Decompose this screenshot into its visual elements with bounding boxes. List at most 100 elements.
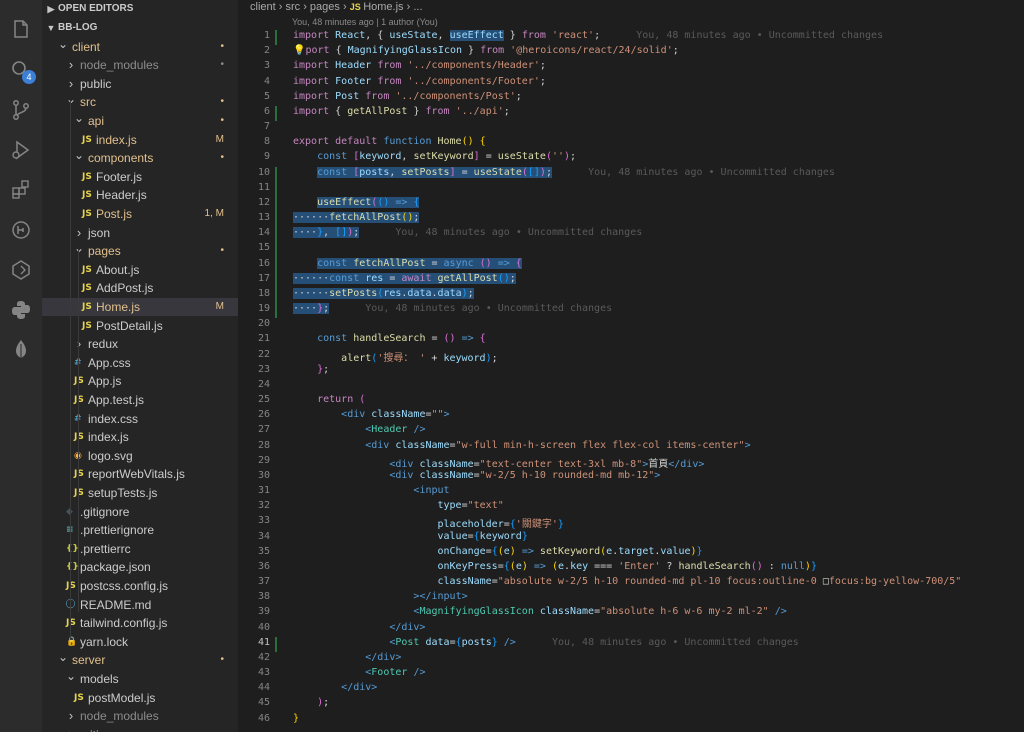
file-item[interactable]: ⓘREADME.md (42, 596, 238, 615)
code-line[interactable]: onKeyPress={(e) => (e.key === 'Enter' ? … (293, 561, 817, 572)
file-item[interactable]: ◆.gitignore (42, 726, 238, 732)
file-item[interactable]: #App.css (42, 354, 238, 373)
folder-item[interactable]: ⌄ client • (42, 38, 238, 57)
git-status-mark: • (220, 40, 224, 52)
file-item[interactable]: JSApp.test.js (42, 391, 238, 410)
breadcrumb-item[interactable]: ... (413, 1, 422, 13)
code-line[interactable]: ); (293, 697, 329, 708)
file-item[interactable]: JS Header.js (42, 186, 238, 205)
mongodb-icon[interactable] (9, 338, 33, 362)
folder-item[interactable]: › node_modules • (42, 56, 238, 75)
folder-item[interactable]: › node_modules (42, 707, 238, 726)
code-line[interactable]: ······fetchAllPost(); (293, 212, 420, 224)
breadcrumb-item[interactable]: pages (310, 1, 340, 13)
code-line[interactable]: import Footer from '../components/Footer… (293, 76, 546, 87)
file-item[interactable]: JS Post.js 1, M (42, 205, 238, 224)
code-line[interactable]: <Header /> (293, 424, 425, 435)
code-line[interactable]: <Footer /> (293, 667, 425, 678)
code-line[interactable]: ······setPosts(res.data.data); (293, 287, 474, 299)
code-line[interactable]: onChange={(e) => setKeyword(e.target.val… (293, 546, 703, 557)
chevron-right-icon: ▶ (47, 4, 55, 14)
code-line[interactable]: ······const res = await getAllPost(); (293, 272, 516, 284)
code-line[interactable]: </div> (293, 682, 377, 693)
file-item[interactable]: JStailwind.config.js (42, 614, 238, 633)
folder-item[interactable]: › public (42, 75, 238, 94)
code-editor[interactable]: client › src › pages › JS Home.js › ... … (238, 0, 1024, 732)
code-line[interactable]: placeholder={'關鍵字'} (293, 515, 564, 530)
code-line[interactable]: <div className="w-2/5 h-10 rounded-md mb… (293, 470, 660, 481)
code-line[interactable]: </div> (293, 622, 425, 633)
code-line[interactable]: <MagnifyingGlassIcon className="absolute… (293, 606, 786, 617)
folder-item[interactable]: ⌄ server • (42, 651, 238, 670)
folder-item[interactable]: › json (42, 224, 238, 243)
folder-item[interactable]: ⌄ api • (42, 112, 238, 131)
file-item[interactable]: ◉logo.svg (42, 447, 238, 466)
file-item[interactable]: JS index.js M (42, 131, 238, 150)
code-line[interactable]: import React, { useState, useEffect } fr… (293, 30, 883, 41)
open-editors-header[interactable]: ▶ OPEN EDITORS (42, 0, 238, 18)
file-item[interactable]: ◆.gitignore (42, 503, 238, 522)
file-item[interactable]: JS PostDetail.js (42, 317, 238, 336)
code-line[interactable]: ····}; You, 48 minutes ago • Uncommitted… (293, 303, 612, 315)
code-line[interactable]: alert('搜尋： ' + keyword); (293, 349, 497, 364)
codelens-blame[interactable]: You, 48 minutes ago | 1 author (You) (292, 17, 438, 27)
folder-item[interactable]: ⌄ models (42, 670, 238, 689)
code-line[interactable]: }; (293, 364, 329, 375)
file-item[interactable]: {} package.json (42, 558, 238, 577)
code-line[interactable]: className="absolute w-2/5 h-10 rounded-m… (293, 576, 962, 587)
run-debug-icon[interactable] (9, 138, 33, 162)
git-graph-icon[interactable] (9, 218, 33, 242)
file-item[interactable]: ≡.prettierignore (42, 521, 238, 540)
code-line[interactable]: } (293, 713, 299, 724)
file-item[interactable]: JS Home.js M (42, 297, 238, 317)
folder-item[interactable]: ⌄ components • (42, 149, 238, 168)
code-line[interactable]: value={keyword} (293, 531, 528, 542)
file-item[interactable]: JSsetupTests.js (42, 484, 238, 503)
file-item[interactable]: JS AddPost.js (42, 279, 238, 298)
project-header[interactable]: ▼ BB-LOG (42, 19, 238, 37)
file-item[interactable]: #index.css (42, 410, 238, 429)
file-item[interactable]: JS About.js (42, 261, 238, 280)
code-line[interactable]: export default function Home() { (293, 136, 486, 147)
file-item[interactable]: JSApp.js (42, 372, 238, 391)
file-item[interactable]: JS postModel.js (42, 689, 238, 708)
breadcrumb-item[interactable]: client (250, 1, 276, 13)
code-line[interactable]: ····}, []); You, 48 minutes ago • Uncomm… (293, 227, 642, 239)
item-label: setupTests.js (88, 485, 158, 500)
code-line[interactable]: const handleSearch = () => { (293, 333, 486, 344)
code-line[interactable]: </div> (293, 652, 401, 663)
python-icon[interactable] (9, 298, 33, 322)
file-item[interactable]: JS Footer.js (42, 168, 238, 187)
folder-item[interactable]: ⌄ pages • (42, 242, 238, 261)
code-line[interactable]: ></input> (293, 591, 467, 602)
file-item[interactable]: JSindex.js (42, 428, 238, 447)
file-item[interactable]: 🔒 yarn.lock (42, 633, 238, 652)
folder-item[interactable]: ⌄ src • (42, 93, 238, 112)
code-line[interactable]: return ( (293, 394, 365, 405)
code-line[interactable]: 💡port { MagnifyingGlassIcon } from '@her… (293, 45, 679, 56)
files-icon[interactable] (9, 18, 33, 42)
code-line[interactable]: import Post from '../components/Post'; (293, 91, 522, 102)
code-token: key (570, 560, 589, 572)
code-line[interactable]: type="text" (293, 500, 504, 511)
code-line[interactable]: <div className="text-center text-3xl mb-… (293, 455, 704, 470)
code-line[interactable]: <input (293, 485, 449, 496)
source-control-icon[interactable] (9, 98, 33, 122)
code-line[interactable]: import Header from '../components/Header… (293, 60, 546, 71)
file-item[interactable]: JSreportWebVitals.js (42, 465, 238, 484)
folder-item[interactable]: › redux (42, 335, 238, 354)
code-line[interactable]: <Post data={posts} /> You, 48 minutes ag… (293, 637, 798, 648)
code-line[interactable]: const fetchAllPost = async () => { (293, 257, 522, 269)
breadcrumb-item[interactable]: src (285, 1, 300, 13)
breadcrumb-item[interactable]: Home.js (363, 1, 403, 13)
code-line[interactable]: useEffect(() => { (293, 196, 420, 208)
code-line[interactable]: import { getAllPost } from '../api'; (293, 106, 510, 117)
remote-icon[interactable] (9, 258, 33, 282)
file-item[interactable]: {} .prettierrc (42, 540, 238, 559)
code-line[interactable]: const [posts, setPosts] = useState([]); … (293, 166, 835, 178)
file-item[interactable]: JSpostcss.config.js (42, 577, 238, 596)
code-line[interactable]: const [keyword, setKeyword] = useState('… (293, 151, 576, 162)
code-line[interactable]: <div className="w-full min-h-screen flex… (293, 440, 750, 451)
code-line[interactable]: <div className=""> (293, 409, 449, 420)
extensions-icon[interactable] (9, 178, 33, 202)
